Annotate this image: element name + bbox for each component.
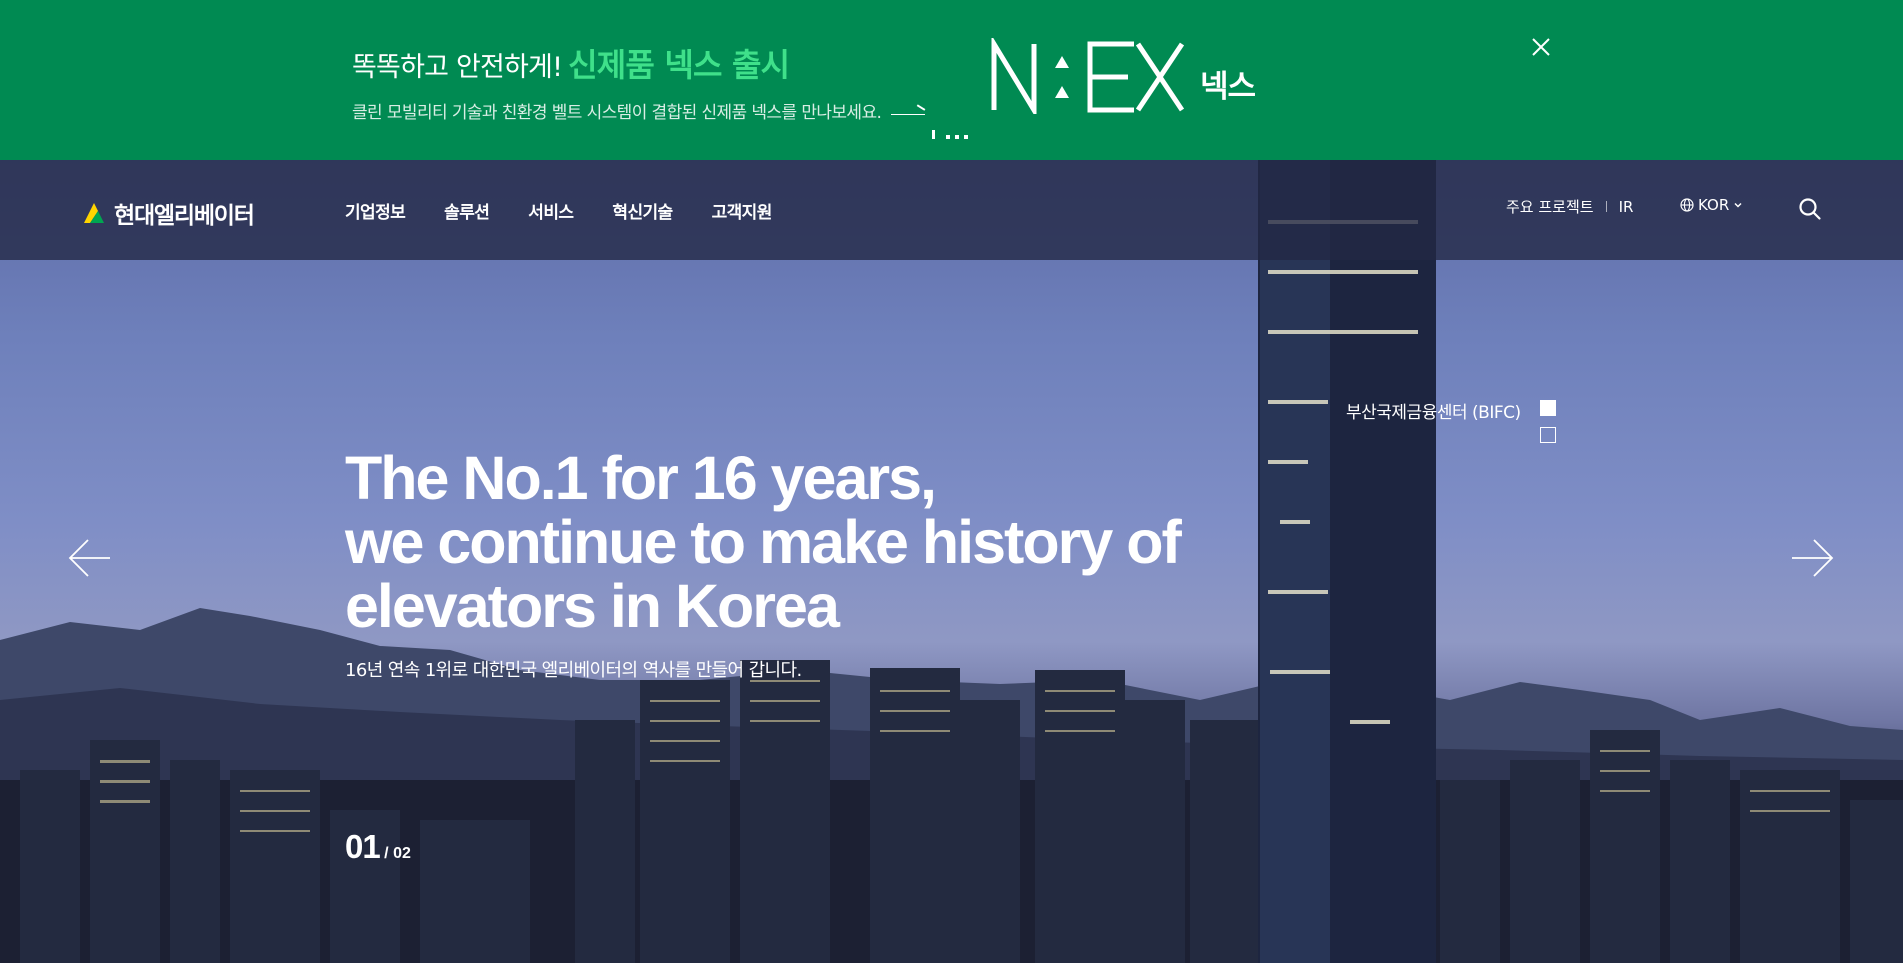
chevron-down-icon — [1734, 202, 1742, 208]
nex-logo-korean: 넥스 — [1200, 69, 1256, 105]
slide-counter-total: / 02 — [384, 845, 411, 862]
promo-subtext: 클린 모빌리티 기술과 친환경 벨트 시스템이 결합된 신제품 넥스를 만나보세… — [352, 98, 926, 123]
global-nav: 현대엘리베이터 기업정보 솔루션 서비스 혁신기술 고객지원 주요 프로젝트 I… — [0, 160, 1903, 260]
nex-logo: 넥스 — [990, 38, 1256, 114]
util-link-ir[interactable]: IR — [1619, 198, 1634, 216]
hero-headline-line-3: elevators in Korea — [345, 572, 840, 640]
slide-pager-item-1[interactable] — [1540, 400, 1556, 416]
search-icon[interactable] — [1798, 197, 1822, 221]
main-menu: 기업정보 솔루션 서비스 혁신기술 고객지원 — [345, 198, 772, 223]
promo-headline-accent: 신제품 넥스 출시 — [568, 46, 790, 84]
hero-subline: 16년 연속 1위로 대한민국 엘리베이터의 역사를 만들어 갑니다. — [345, 660, 802, 681]
close-icon[interactable] — [1528, 34, 1554, 60]
promo-headline-text: 똑똑하고 안전하게! — [352, 52, 563, 83]
promo-banner: 똑똑하고 안전하게! 신제품 넥스 출시 클린 모빌리티 기술과 친환경 벨트 시… — [0, 0, 1903, 160]
promo-subtext-label: 클린 모빌리티 기술과 친환경 벨트 시스템이 결합된 신제품 넥스를 만나보세… — [352, 103, 882, 123]
arrow-left-icon[interactable] — [66, 534, 114, 582]
menu-item-service[interactable]: 서비스 — [528, 198, 574, 223]
hero-headline: The No.1 for 16 years, we continue to ma… — [345, 446, 1325, 638]
menu-item-innovation[interactable]: 혁신기술 — [612, 198, 673, 223]
hero-headline-line-2: we continue to make history of — [345, 508, 1182, 576]
slide-counter-current: 01 — [345, 828, 381, 865]
logo-text: 현대엘리베이터 — [114, 203, 255, 229]
util-divider — [1605, 201, 1607, 212]
slide-pager — [1540, 400, 1556, 443]
language-label: KOR — [1698, 196, 1730, 214]
menu-item-solution[interactable]: 솔루션 — [444, 198, 490, 223]
hero-headline-line-1: The No.1 for 16 years, — [345, 444, 937, 512]
nex-logo-mark — [991, 38, 1185, 114]
slide-pager-item-2[interactable] — [1540, 427, 1556, 443]
globe-icon — [1680, 198, 1694, 212]
project-label: 부산국제금융센터 (BIFC) — [1346, 403, 1521, 423]
promo-indicator — [932, 130, 968, 139]
hyundai-logo-icon — [84, 203, 104, 223]
promo-text[interactable]: 똑똑하고 안전하게! 신제품 넥스 출시 클린 모빌리티 기술과 친환경 벨트 시… — [352, 40, 926, 123]
menu-item-support[interactable]: 고객지원 — [712, 198, 773, 223]
promo-headline: 똑똑하고 안전하게! 신제품 넥스 출시 — [352, 40, 925, 86]
arrow-right-icon[interactable] — [1788, 534, 1836, 582]
arrow-right-icon[interactable] — [891, 105, 926, 117]
site-logo[interactable]: 현대엘리베이터 — [80, 196, 255, 230]
language-selector[interactable]: KOR — [1680, 196, 1743, 214]
slide-counter: 01 / 02 — [345, 828, 411, 866]
menu-item-company[interactable]: 기업정보 — [345, 198, 406, 223]
util-link-projects[interactable]: 주요 프로젝트 — [1506, 196, 1594, 217]
util-links: 주요 프로젝트 IR — [1506, 196, 1633, 217]
